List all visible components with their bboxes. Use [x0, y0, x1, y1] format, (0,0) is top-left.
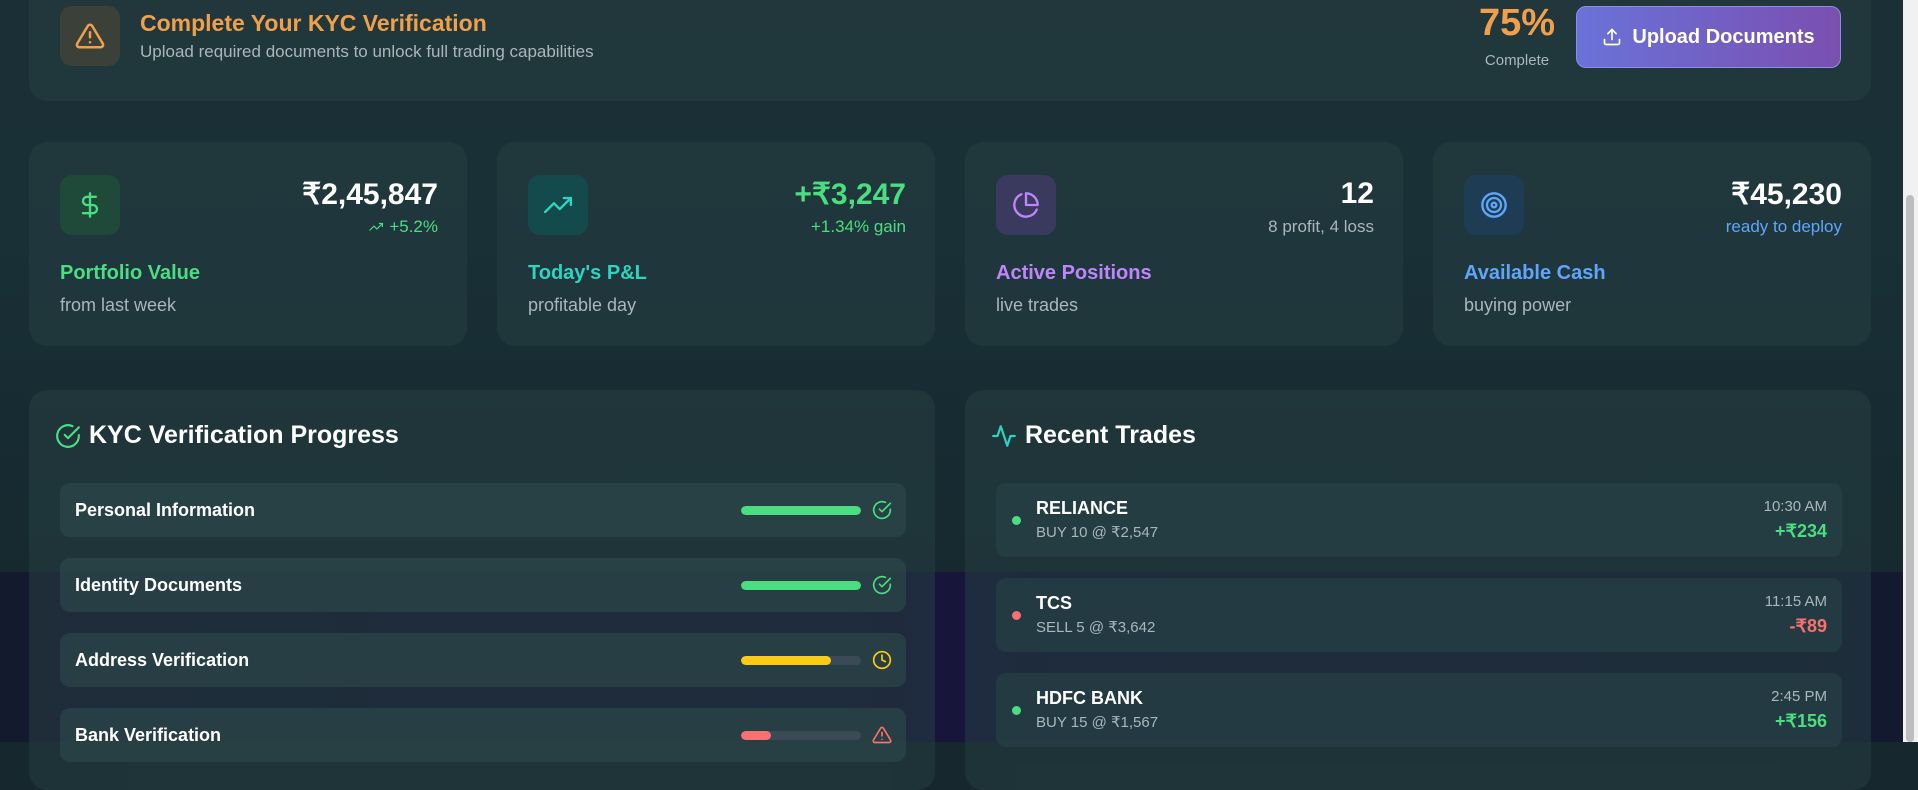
active-positions-label: Active Positions	[996, 262, 1152, 284]
trade-row-hdfc-bank[interactable]: HDFC BANK BUY 15 @ ₹1,567 2:45 PM +₹156	[996, 673, 1842, 747]
stat-card-todays-pnl: +₹3,247 +1.34% gain Today's P&L profitab…	[497, 142, 935, 346]
portfolio-value: ₹2,45,847	[302, 178, 438, 211]
trending-up-icon	[528, 175, 588, 235]
kyc-step-personal-information[interactable]: Personal Information	[60, 483, 906, 537]
kyc-step-name: Personal Information	[75, 500, 256, 520]
kyc-banner-title: Complete Your KYC Verification	[140, 10, 487, 36]
todays-pnl-change: +1.34% gain	[811, 217, 906, 236]
kyc-step-address-verification[interactable]: Address Verification	[60, 633, 906, 687]
stat-card-available-cash: ₹45,230 ready to deploy Available Cash b…	[1433, 142, 1871, 346]
pie-chart-icon	[996, 175, 1056, 235]
scrollbar-thumb[interactable]	[1906, 195, 1914, 742]
kyc-step-progress-track	[741, 581, 861, 590]
available-cash-label: Available Cash	[1464, 262, 1606, 284]
trade-symbol: RELIANCE	[1036, 498, 1129, 518]
upload-documents-button[interactable]: Upload Documents	[1576, 6, 1841, 68]
todays-pnl-value: +₹3,247	[794, 178, 906, 211]
trade-status-dot	[1012, 611, 1021, 620]
check-circle-icon	[872, 500, 892, 520]
trade-pnl: +₹234	[1775, 521, 1827, 541]
kyc-step-bank-verification[interactable]: Bank Verification	[60, 708, 906, 762]
trade-detail: BUY 10 @ ₹2,547	[1036, 524, 1159, 541]
kyc-step-progress-fill	[741, 506, 861, 515]
warning-icon	[60, 6, 120, 66]
kyc-step-name: Bank Verification	[75, 725, 222, 745]
stat-card-portfolio-value: ₹2,45,847 +5.2% Portfolio Value from las…	[29, 142, 467, 346]
kyc-progress-title-text: KYC Verification Progress	[89, 421, 399, 449]
active-positions-value: 12	[1340, 177, 1374, 210]
warning-icon	[872, 726, 892, 744]
available-cash-note: ready to deploy	[1725, 217, 1842, 236]
trade-time: 2:45 PM	[1771, 688, 1827, 705]
trade-pnl: +₹156	[1775, 711, 1827, 731]
kyc-step-progress-track	[741, 656, 861, 665]
recent-trades-panel: Recent Trades RELIANCE BUY 10 @ ₹2,547 1…	[965, 390, 1871, 790]
recent-trades-title: Recent Trades	[992, 421, 1196, 450]
kyc-step-progress-track	[741, 506, 861, 515]
kyc-step-progress-fill	[741, 656, 831, 665]
trade-time: 11:15 AM	[1764, 593, 1827, 610]
trade-detail: SELL 5 @ ₹3,642	[1036, 619, 1156, 636]
active-positions-sub: live trades	[996, 295, 1079, 315]
trade-symbol: HDFC BANK	[1036, 688, 1143, 708]
kyc-step-name: Address Verification	[75, 650, 250, 670]
check-circle-icon	[56, 424, 80, 448]
todays-pnl-label: Today's P&L	[528, 262, 647, 284]
trade-symbol: TCS	[1036, 593, 1072, 613]
dollar-icon	[60, 175, 120, 235]
kyc-progress-panel: KYC Verification Progress Personal Infor…	[29, 390, 935, 790]
available-cash-value: ₹45,230	[1731, 178, 1842, 211]
upload-documents-label: Upload Documents	[1632, 25, 1815, 48]
recent-trades-title-text: Recent Trades	[1025, 421, 1196, 449]
trade-pnl: -₹89	[1789, 616, 1827, 636]
kyc-completion-label: Complete	[1484, 52, 1550, 69]
check-circle-icon	[872, 575, 892, 595]
portfolio-change: +5.2%	[369, 217, 438, 237]
upload-icon	[1604, 28, 1621, 46]
trade-row-tcs[interactable]: TCS SELL 5 @ ₹3,642 11:15 AM -₹89	[996, 578, 1842, 652]
trade-time: 10:30 AM	[1763, 498, 1827, 515]
active-positions-breakdown: 8 profit, 4 loss	[1268, 217, 1374, 236]
portfolio-change-text: +5.2%	[389, 217, 438, 236]
portfolio-value-label: Portfolio Value	[60, 262, 201, 284]
trade-status-dot	[1012, 516, 1021, 525]
available-cash-sub: buying power	[1464, 295, 1572, 315]
page-scrollbar[interactable]	[1903, 0, 1918, 742]
kyc-banner-subtitle: Upload required documents to unlock full…	[140, 42, 594, 61]
portfolio-value-sub: from last week	[60, 295, 177, 315]
trending-up-small-icon	[369, 222, 384, 231]
kyc-step-progress-fill	[741, 731, 771, 740]
trade-detail: BUY 15 @ ₹1,567	[1036, 714, 1159, 731]
kyc-progress-title: KYC Verification Progress	[56, 421, 399, 450]
kyc-step-identity-documents[interactable]: Identity Documents	[60, 558, 906, 612]
target-icon	[1464, 175, 1524, 235]
kyc-step-progress-fill	[741, 581, 861, 590]
todays-pnl-sub: profitable day	[528, 295, 637, 315]
clock-icon	[872, 650, 892, 670]
trade-status-dot	[1012, 706, 1021, 715]
stat-card-active-positions: 12 8 profit, 4 loss Active Positions liv…	[965, 142, 1403, 346]
kyc-completion-percent: 75%	[1478, 2, 1556, 44]
kyc-step-name: Identity Documents	[75, 575, 243, 595]
kyc-banner: Complete Your KYC Verification Upload re…	[29, 0, 1871, 101]
trade-row-reliance[interactable]: RELIANCE BUY 10 @ ₹2,547 10:30 AM +₹234	[996, 483, 1842, 557]
activity-icon	[992, 425, 1016, 447]
kyc-step-progress-track	[741, 731, 861, 740]
